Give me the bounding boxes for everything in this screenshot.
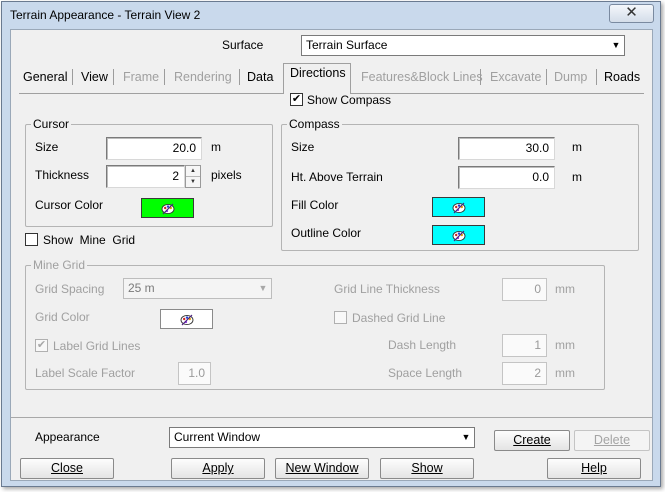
compass-fill-color-button[interactable] [432, 197, 485, 217]
tab-data[interactable]: Data [247, 66, 273, 88]
chevron-down-icon: ▼ [611, 40, 621, 50]
space-length-label: Space Length [388, 366, 463, 380]
cursor-thickness-unit: pixels [211, 168, 242, 182]
bottom-separator [11, 417, 652, 418]
label-grid-lines-checkbox[interactable]: ✔ [35, 339, 48, 352]
cursor-color-button[interactable] [141, 198, 194, 218]
surface-value: Terrain Surface [306, 38, 388, 52]
compass-size-unit: m [572, 140, 582, 154]
close-icon[interactable]: ✕ [609, 4, 654, 23]
apply-button-label: Apply [202, 461, 234, 475]
tab-directions[interactable]: Directions [290, 62, 346, 84]
tab-frame[interactable]: Frame [123, 66, 159, 88]
palette-icon [452, 202, 466, 214]
palette-icon [452, 230, 466, 242]
dash-length-unit: mm [555, 338, 575, 352]
tab-separator [596, 69, 597, 85]
apply-button[interactable]: Apply [171, 458, 265, 479]
close-button-label: Close [51, 461, 83, 475]
cursor-group-title: Cursor [31, 117, 72, 131]
delete-button[interactable]: Delete [574, 430, 650, 451]
help-button[interactable]: Help [547, 458, 641, 479]
show-compass-checkbox[interactable]: ✔ [290, 93, 303, 106]
surface-label: Surface [222, 38, 264, 52]
dashed-grid-line-checkbox[interactable] [334, 311, 347, 324]
cursor-size-label: Size [35, 140, 59, 154]
chevron-down-icon: ▼ [461, 432, 471, 442]
label-grid-lines-label: Label Grid Lines [53, 339, 141, 353]
grid-color-label: Grid Color [35, 310, 90, 324]
chevron-down-icon: ▼ [258, 283, 268, 293]
grid-line-thickness-label: Grid Line Thickness [334, 282, 440, 296]
dashed-grid-line-label: Dashed Grid Line [352, 311, 446, 325]
create-button[interactable]: Create [494, 430, 570, 451]
compass-fill-label: Fill Color [291, 198, 339, 212]
tab-excavate[interactable]: Excavate [490, 66, 541, 88]
compass-outline-label: Outline Color [291, 226, 362, 240]
compass-height-unit: m [572, 170, 582, 184]
cursor-color-label: Cursor Color [35, 198, 104, 212]
mine-grid-group-title: Mine Grid [31, 258, 88, 272]
grid-spacing-label: Grid Spacing [35, 282, 105, 296]
close-button[interactable]: Close [20, 458, 114, 479]
space-length-input[interactable]: 2 [502, 362, 547, 385]
palette-icon [180, 314, 194, 326]
grid-line-thickness-input[interactable]: 0 [502, 278, 547, 301]
window-title: Terrain Appearance - Terrain View 2 [10, 8, 201, 22]
tab-features-block-lines[interactable]: Features&Block Lines [361, 66, 483, 88]
surface-dropdown[interactable]: Terrain Surface ▼ [301, 35, 625, 56]
tab-dump[interactable]: Dump [554, 66, 587, 88]
grid-spacing-value: 25 m [128, 281, 155, 295]
grid-spacing-dropdown[interactable]: 25 m ▼ [123, 278, 272, 299]
tab-separator [546, 69, 547, 85]
tab-rendering[interactable]: Rendering [174, 66, 232, 88]
show-mine-grid-label: Show Mine Grid [43, 233, 136, 247]
terrain-appearance-dialog: Terrain Appearance - Terrain View 2 ✕ Su… [1, 1, 661, 487]
tab-roads[interactable]: Roads [604, 66, 640, 88]
cursor-thickness-label: Thickness [35, 168, 90, 182]
grid-line-thickness-unit: mm [555, 282, 575, 296]
new-window-button[interactable]: New Window [275, 458, 369, 479]
space-length-unit: mm [555, 366, 575, 380]
dialog-client-area: Surface Terrain Surface ▼ General View F… [10, 29, 653, 481]
compass-size-label: Size [291, 140, 315, 154]
dash-length-input[interactable]: 1 [502, 334, 547, 357]
palette-icon [161, 203, 175, 215]
title-bar[interactable]: Terrain Appearance - Terrain View 2 ✕ [2, 2, 660, 28]
tab-separator [113, 69, 114, 85]
cursor-size-unit: m [211, 140, 221, 154]
tab-view[interactable]: View [81, 66, 108, 88]
show-button-label: Show [411, 461, 443, 475]
cursor-size-input[interactable]: 20.0 [106, 137, 202, 160]
appearance-label: Appearance [35, 430, 100, 444]
compass-height-label: Ht. Above Terrain [291, 170, 383, 184]
dash-length-label: Dash Length [388, 338, 457, 352]
grid-color-button[interactable] [160, 309, 213, 329]
show-compass-label: Show Compass [307, 93, 392, 107]
appearance-dropdown[interactable]: Current Window ▼ [169, 427, 475, 448]
compass-height-input[interactable]: 0.0 [458, 166, 555, 189]
tab-separator [480, 69, 481, 85]
label-scale-factor-label: Label Scale Factor [35, 366, 136, 380]
show-button[interactable]: Show [380, 458, 474, 479]
tab-separator [239, 69, 240, 85]
delete-button-label: Delete [593, 433, 631, 447]
spin-arrows-icon[interactable]: ▲ ▼ [185, 165, 201, 188]
compass-group-title: Compass [287, 117, 342, 131]
compass-size-input[interactable]: 30.0 [458, 137, 555, 160]
cursor-thickness-input[interactable]: 2 [106, 165, 185, 188]
appearance-value: Current Window [174, 430, 261, 444]
help-button-label: Help [581, 461, 607, 475]
tab-separator [164, 69, 165, 85]
create-button-label: Create [513, 433, 551, 447]
tab-separator [72, 69, 73, 85]
show-mine-grid-checkbox[interactable] [25, 233, 38, 246]
tab-general[interactable]: General [23, 66, 67, 88]
compass-outline-color-button[interactable] [432, 225, 485, 245]
label-scale-factor-input[interactable]: 1.0 [178, 362, 211, 385]
new-window-button-label: New Window [285, 461, 359, 475]
